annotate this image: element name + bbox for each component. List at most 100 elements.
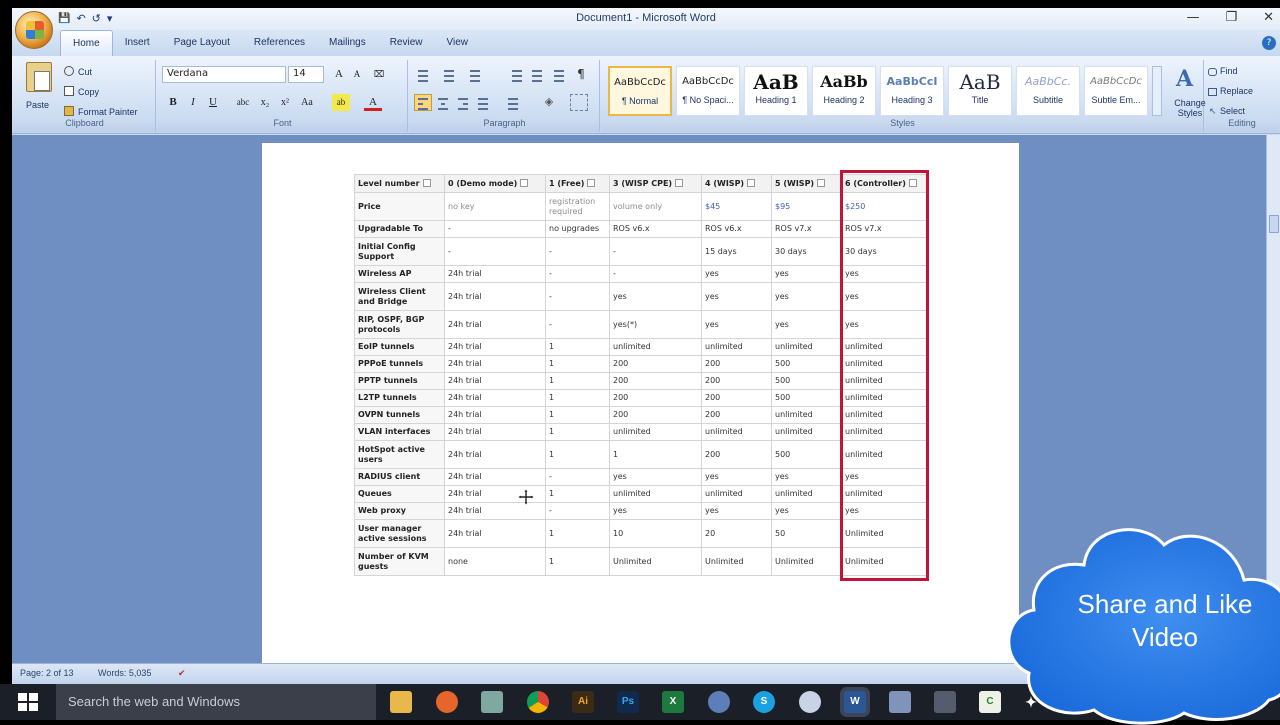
table-cell[interactable]: 24h trial xyxy=(444,389,546,407)
table-cell[interactable]: unlimited xyxy=(701,485,772,503)
table-cell[interactable]: yes xyxy=(841,282,928,311)
table-cell[interactable]: 1 xyxy=(545,485,610,503)
table-cell[interactable]: yes xyxy=(841,468,928,486)
italic-icon[interactable]: I xyxy=(184,94,202,111)
table-cell[interactable]: ROS v6.x xyxy=(701,220,772,238)
table-cell[interactable]: 24h trial xyxy=(444,282,546,311)
table-cell[interactable]: 1 xyxy=(545,519,610,548)
table-cell[interactable]: 24h trial xyxy=(444,440,546,469)
table-cell[interactable]: - xyxy=(609,265,702,283)
table-cell[interactable]: Unlimited xyxy=(771,547,842,576)
row-label-cell[interactable]: RIP, OSPF, BGP protocols xyxy=(354,310,445,339)
office-button[interactable] xyxy=(15,11,53,49)
increase-indent-icon[interactable] xyxy=(528,66,546,83)
table-cell[interactable]: yes xyxy=(609,468,702,486)
row-label-cell[interactable]: L2TP tunnels xyxy=(354,389,445,407)
table-cell[interactable]: unlimited xyxy=(841,406,928,424)
table-cell[interactable]: - xyxy=(545,265,610,283)
table-cell[interactable]: none xyxy=(444,547,546,576)
highlight-icon[interactable]: ab xyxy=(332,94,350,111)
table-cell[interactable]: 200 xyxy=(609,389,702,407)
paste-button[interactable]: Paste xyxy=(26,100,49,110)
tab-review[interactable]: Review xyxy=(378,30,435,56)
justify-icon[interactable] xyxy=(474,94,492,111)
change-case-icon[interactable]: Aa xyxy=(298,94,316,111)
table-cell[interactable]: 200 xyxy=(609,355,702,373)
firefox-icon[interactable] xyxy=(436,691,458,713)
table-cell[interactable]: Unlimited xyxy=(609,547,702,576)
style-normal[interactable]: AaBbCcDc ¶ Normal xyxy=(608,66,672,116)
table-cell[interactable]: 500 xyxy=(771,389,842,407)
table-cell[interactable]: 1 xyxy=(545,423,610,441)
table-cell[interactable]: 24h trial xyxy=(444,468,546,486)
table-cell[interactable]: 24h trial xyxy=(444,355,546,373)
table-cell[interactable]: yes xyxy=(841,265,928,283)
table-cell[interactable]: yes(*) xyxy=(609,310,702,339)
table-cell[interactable]: 1 xyxy=(609,440,702,469)
row-label-cell[interactable]: Number of KVM guests xyxy=(354,547,445,576)
tab-page-layout[interactable]: Page Layout xyxy=(162,30,242,56)
strikethrough-icon[interactable]: abc xyxy=(234,94,252,111)
find-button[interactable]: Find xyxy=(1220,66,1238,76)
table-cell[interactable]: volume only xyxy=(609,192,702,221)
table-cell[interactable]: 200 xyxy=(701,355,772,373)
row-label-cell[interactable]: Initial Config Support xyxy=(354,237,445,266)
column-handle-icon[interactable] xyxy=(520,178,529,187)
font-color-icon[interactable]: A xyxy=(364,94,382,111)
font-family-combo[interactable]: Verdana xyxy=(162,66,286,83)
browser-icon[interactable] xyxy=(708,691,730,713)
line-spacing-icon[interactable] xyxy=(504,94,522,111)
table-cell[interactable]: 1 xyxy=(545,355,610,373)
table-cell[interactable]: 24h trial xyxy=(444,423,546,441)
help-icon[interactable]: ? xyxy=(1262,36,1276,50)
table-cell[interactable]: Unlimited xyxy=(841,519,928,548)
multilevel-list-icon[interactable] xyxy=(466,66,484,83)
superscript-icon[interactable]: x² xyxy=(276,94,294,111)
table-cell[interactable]: 500 xyxy=(771,355,842,373)
row-label-cell[interactable]: Price xyxy=(354,192,445,221)
tab-references[interactable]: References xyxy=(242,30,317,56)
table-cell[interactable]: Unlimited xyxy=(841,547,928,576)
table-cell[interactable]: unlimited xyxy=(609,338,702,356)
table-header-cell[interactable]: 0 (Demo mode) xyxy=(444,174,546,193)
proofing-icon[interactable]: ✔ xyxy=(178,668,186,679)
bullets-icon[interactable] xyxy=(414,66,432,83)
row-label-cell[interactable]: User manager active sessions xyxy=(354,519,445,548)
column-handle-icon[interactable] xyxy=(747,178,756,187)
table-cell[interactable]: yes xyxy=(701,310,772,339)
restore-button[interactable]: ❐ xyxy=(1225,10,1237,25)
column-handle-icon[interactable] xyxy=(908,178,917,187)
table-cell[interactable]: 200 xyxy=(701,406,772,424)
tab-insert[interactable]: Insert xyxy=(113,30,162,56)
change-styles-icon[interactable]: A xyxy=(1176,66,1193,92)
shrink-font-icon[interactable]: A xyxy=(348,66,366,83)
table-cell[interactable]: 1 xyxy=(545,372,610,390)
table-cell[interactable]: unlimited xyxy=(771,406,842,424)
table-header-cell[interactable]: 5 (WISP) xyxy=(771,174,842,193)
style-no-spacing[interactable]: AaBbCcDc ¶ No Spaci... xyxy=(676,66,740,116)
table-cell[interactable]: - xyxy=(609,237,702,266)
table-cell[interactable]: $250 xyxy=(841,192,928,221)
tab-home[interactable]: Home xyxy=(60,30,113,56)
taskbar-search[interactable]: Search the web and Windows xyxy=(56,684,376,720)
table-cell[interactable]: - xyxy=(545,310,610,339)
table-cell[interactable]: yes xyxy=(771,468,842,486)
table-cell[interactable]: yes xyxy=(701,282,772,311)
copy-button[interactable]: Copy xyxy=(64,86,99,97)
table-cell[interactable]: ROS v7.x xyxy=(771,220,842,238)
table-cell[interactable]: 500 xyxy=(771,440,842,469)
style-title[interactable]: AaB Title xyxy=(948,66,1012,116)
photoshop-icon[interactable]: Ps xyxy=(617,691,639,713)
table-cell[interactable]: yes xyxy=(771,265,842,283)
font-size-combo[interactable]: 14 xyxy=(288,66,324,83)
style-heading-3[interactable]: AaBbCcI Heading 3 xyxy=(880,66,944,116)
column-handle-icon[interactable] xyxy=(587,178,596,187)
cut-button[interactable]: Cut xyxy=(64,66,92,77)
column-handle-icon[interactable] xyxy=(817,178,826,187)
table-cell[interactable]: 24h trial xyxy=(444,310,546,339)
table-header-cell[interactable]: 1 (Free) xyxy=(545,174,610,193)
table-cell[interactable]: unlimited xyxy=(841,355,928,373)
table-cell[interactable]: unlimited xyxy=(841,485,928,503)
style-subtitle[interactable]: AaBbCc. Subtitle xyxy=(1016,66,1080,116)
table-cell[interactable]: 200 xyxy=(701,389,772,407)
